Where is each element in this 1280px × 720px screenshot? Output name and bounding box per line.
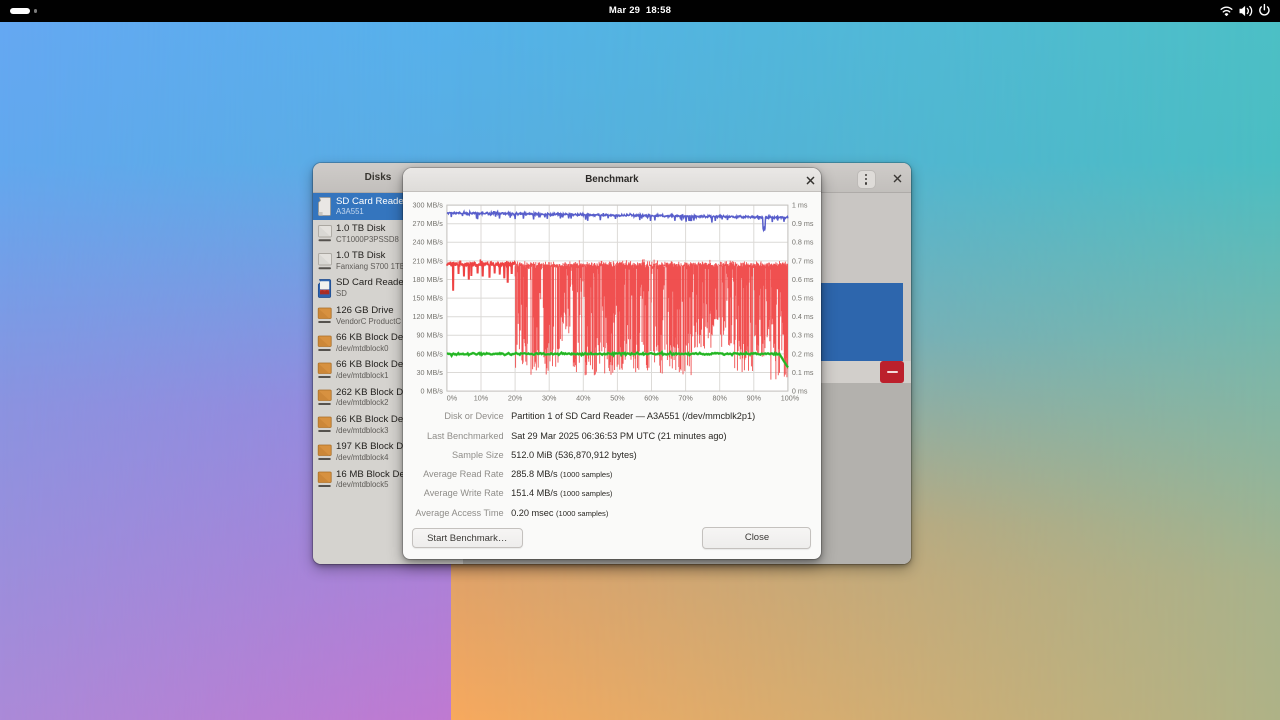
svg-text:90 MB/s: 90 MB/s: [416, 331, 443, 340]
svg-text:20%: 20%: [507, 394, 522, 403]
svg-text:270 MB/s: 270 MB/s: [412, 219, 443, 228]
svg-text:80%: 80%: [712, 394, 727, 403]
svg-text:0.8 ms: 0.8 ms: [791, 238, 813, 247]
svg-text:70%: 70%: [678, 394, 693, 403]
svg-text:50%: 50%: [610, 394, 625, 403]
svg-text:60%: 60%: [644, 394, 659, 403]
svg-text:180 MB/s: 180 MB/s: [412, 275, 443, 284]
svg-text:0.2 ms: 0.2 ms: [791, 350, 813, 359]
svg-text:0 MB/s: 0 MB/s: [420, 387, 443, 396]
svg-text:0.6 ms: 0.6 ms: [791, 275, 813, 284]
svg-text:0.9 ms: 0.9 ms: [791, 219, 813, 228]
svg-text:30 MB/s: 30 MB/s: [416, 368, 443, 377]
svg-text:0.7 ms: 0.7 ms: [791, 257, 813, 266]
svg-text:0.1 ms: 0.1 ms: [791, 368, 813, 377]
svg-text:0.5 ms: 0.5 ms: [791, 294, 813, 303]
svg-text:300 MB/s: 300 MB/s: [412, 201, 443, 210]
svg-text:90%: 90%: [746, 394, 761, 403]
svg-text:100%: 100%: [780, 394, 799, 403]
svg-text:120 MB/s: 120 MB/s: [412, 312, 443, 321]
svg-text:10%: 10%: [473, 394, 488, 403]
svg-text:0.3 ms: 0.3 ms: [791, 331, 813, 340]
svg-text:210 MB/s: 210 MB/s: [412, 257, 443, 266]
svg-text:240 MB/s: 240 MB/s: [412, 238, 443, 247]
svg-text:0.4 ms: 0.4 ms: [791, 312, 813, 321]
svg-text:0%: 0%: [446, 394, 457, 403]
svg-text:30%: 30%: [542, 394, 557, 403]
svg-text:1 ms: 1 ms: [791, 201, 807, 210]
svg-text:60 MB/s: 60 MB/s: [416, 350, 443, 359]
svg-text:40%: 40%: [576, 394, 591, 403]
svg-text:150 MB/s: 150 MB/s: [412, 294, 443, 303]
